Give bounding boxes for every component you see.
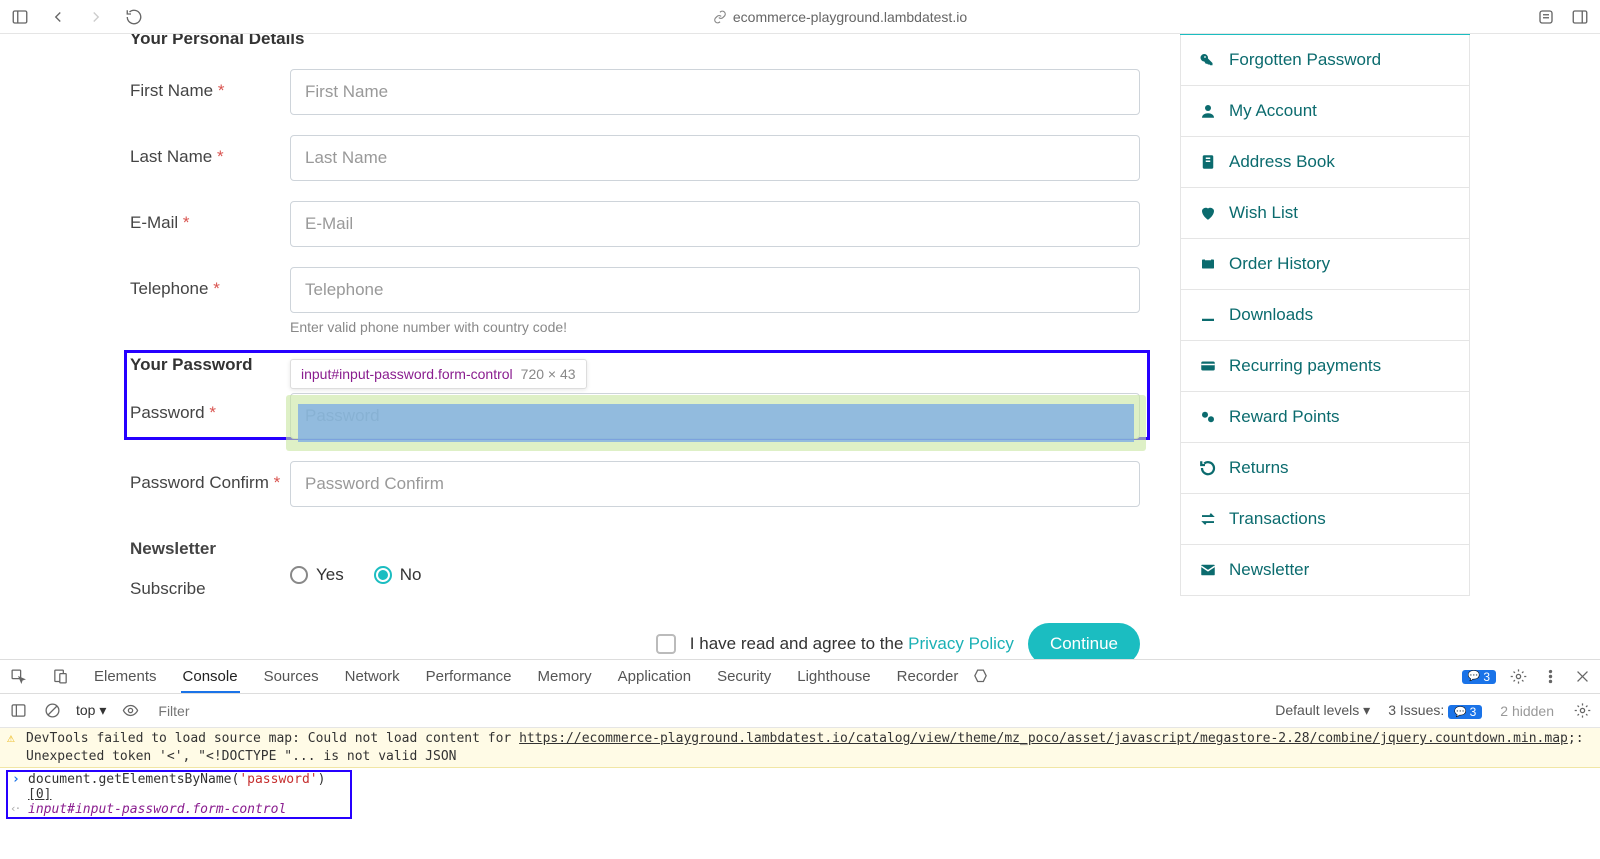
sidebar-item-recurring-payments[interactable]: Recurring payments	[1180, 341, 1470, 392]
telephone-help: Enter valid phone number with country co…	[290, 319, 1140, 335]
sidebar-item-forgotten-password[interactable]: Forgotten Password	[1180, 35, 1470, 86]
url-text: ecommerce-playground.lambdatest.io	[733, 9, 967, 25]
reload-icon[interactable]	[124, 7, 144, 27]
tab-network[interactable]: Network	[343, 662, 402, 691]
panel-right-icon[interactable]	[1570, 7, 1590, 27]
registration-form: Your Personal Details First Name * Last …	[130, 34, 1140, 659]
recorder-beta-icon	[970, 667, 990, 687]
url-bar[interactable]: ecommerce-playground.lambdatest.io	[164, 9, 1516, 25]
console-settings-gear-icon[interactable]	[1572, 701, 1592, 721]
tab-lighthouse[interactable]: Lighthouse	[795, 662, 872, 691]
inspect-tooltip: input#input-password.form-control 720 × 4…	[290, 359, 587, 389]
hidden-count[interactable]: 2 hidden	[1500, 703, 1554, 719]
issues-summary[interactable]: 3 Issues: 3	[1388, 702, 1482, 720]
sidebar-item-newsletter[interactable]: Newsletter	[1180, 545, 1470, 596]
console-output-line: input#input-password.form-control	[10, 802, 348, 817]
tab-elements[interactable]: Elements	[92, 662, 159, 691]
tab-memory[interactable]: Memory	[536, 662, 594, 691]
sidebar-item-wish-list[interactable]: Wish List	[1180, 188, 1470, 239]
agree-checkbox[interactable]	[656, 634, 676, 654]
device-toggle-icon[interactable]	[50, 667, 70, 687]
console-sidebar-toggle-icon[interactable]	[8, 701, 28, 721]
first-name-input[interactable]	[290, 69, 1140, 115]
forward-icon	[86, 7, 106, 27]
agree-prefix: I have read and agree to the	[690, 634, 908, 653]
live-expression-icon[interactable]	[120, 701, 140, 721]
section-personal-title: Your Personal Details	[130, 34, 1140, 49]
first-name-label: First Name	[130, 81, 213, 100]
inspect-element-icon[interactable]	[8, 667, 28, 687]
devtools-tabs: Elements Console Sources Network Perform…	[0, 660, 1600, 694]
section-password-title: Your Password	[130, 355, 1140, 375]
sidebar-item-downloads[interactable]: Downloads	[1180, 290, 1470, 341]
console-input-line: document.getElementsByName('password')[0…	[10, 772, 348, 802]
sidebar-item-address-book[interactable]: Address Book	[1180, 137, 1470, 188]
password-label: Password	[130, 403, 205, 422]
console-toolbar: top ▾ Default levels ▾ 3 Issues: 3 2 hid…	[0, 694, 1600, 728]
log-levels-dropdown[interactable]: Default levels ▾	[1275, 702, 1370, 719]
continue-button[interactable]: Continue	[1028, 623, 1140, 659]
tab-sources[interactable]: Sources	[262, 662, 321, 691]
browser-toolbar: ecommerce-playground.lambdatest.io	[0, 0, 1600, 34]
inspect-overlay	[286, 395, 1146, 451]
console-live-highlight: document.getElementsByName('password')[0…	[6, 770, 352, 819]
context-selector[interactable]: top ▾	[76, 702, 106, 719]
clear-console-icon[interactable]	[42, 701, 62, 721]
tab-application[interactable]: Application	[616, 662, 693, 691]
section-newsletter-title: Newsletter	[130, 539, 290, 559]
close-devtools-icon[interactable]	[1572, 667, 1592, 687]
password-confirm-input[interactable]	[290, 461, 1140, 507]
sidebar-item-returns[interactable]: Returns	[1180, 443, 1470, 494]
issues-count-badge: 3	[1448, 705, 1482, 719]
sidebar-item-reward-points[interactable]: Reward Points	[1180, 392, 1470, 443]
settings-gear-icon[interactable]	[1508, 667, 1528, 687]
password-confirm-label: Password Confirm	[130, 473, 269, 492]
account-sidebar: Forgotten Password My Account Address Bo…	[1180, 34, 1470, 659]
email-input[interactable]	[290, 201, 1140, 247]
tab-performance[interactable]: Performance	[424, 662, 514, 691]
tab-security[interactable]: Security	[715, 662, 773, 691]
console-warning-line: DevTools failed to load source map: Coul…	[0, 728, 1600, 768]
subscribe-no-radio[interactable]: No	[374, 565, 422, 585]
inspect-dimensions: 720 × 43	[521, 366, 576, 382]
last-name-label: Last Name	[130, 147, 212, 166]
telephone-input[interactable]	[290, 267, 1140, 313]
sidebar-toggle-icon[interactable]	[10, 7, 30, 27]
last-name-input[interactable]	[290, 135, 1140, 181]
messages-badge[interactable]: 3	[1462, 670, 1496, 684]
devtools-panel: Elements Console Sources Network Perform…	[0, 659, 1600, 859]
more-vert-icon[interactable]	[1540, 667, 1560, 687]
tab-recorder[interactable]: Recorder	[895, 662, 961, 691]
tab-console[interactable]: Console	[181, 662, 240, 693]
share-icon[interactable]	[1536, 7, 1556, 27]
subscribe-yes-radio[interactable]: Yes	[290, 565, 344, 585]
sidebar-item-order-history[interactable]: Order History	[1180, 239, 1470, 290]
back-icon[interactable]	[48, 7, 68, 27]
sourcemap-url-link[interactable]: https://ecommerce-playground.lambdatest.…	[519, 731, 1568, 746]
email-label: E-Mail	[130, 213, 178, 232]
sidebar-item-my-account[interactable]: My Account	[1180, 86, 1470, 137]
console-filter-input[interactable]	[154, 701, 1261, 721]
sidebar-item-transactions[interactable]: Transactions	[1180, 494, 1470, 545]
inspect-selector: input#input-password.form-control	[301, 366, 513, 382]
privacy-policy-link[interactable]: Privacy Policy	[908, 634, 1014, 653]
console-output[interactable]: DevTools failed to load source map: Coul…	[0, 728, 1600, 859]
telephone-label: Telephone	[130, 279, 208, 298]
subscribe-label: Subscribe	[130, 579, 206, 598]
